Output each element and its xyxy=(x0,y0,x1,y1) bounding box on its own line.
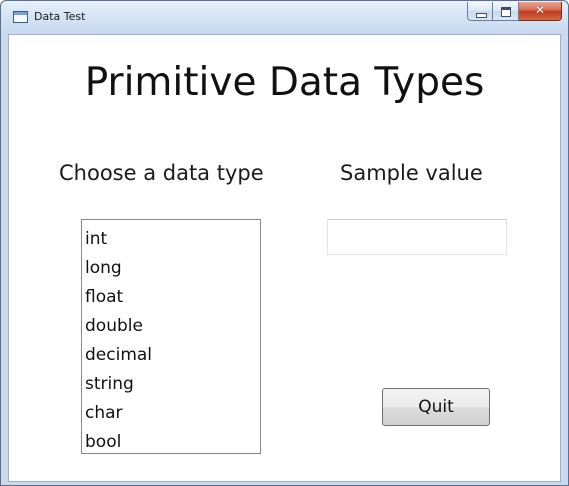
page-title: Primitive Data Types xyxy=(84,60,485,105)
list-item-double[interactable]: double xyxy=(84,312,260,341)
client-area: Primitive Data Types Choose a data type … xyxy=(8,34,561,482)
data-type-listbox[interactable]: int long float double decimal string cha… xyxy=(81,219,261,454)
application-window: Data Test ✕ Primitive Data Types Choose … xyxy=(0,0,569,486)
close-icon: ✕ xyxy=(534,3,546,17)
list-item-int[interactable]: int xyxy=(84,225,260,254)
sample-value-field[interactable] xyxy=(327,219,507,255)
list-item-float[interactable]: float xyxy=(84,283,260,312)
maximize-button[interactable] xyxy=(493,2,519,21)
list-item-bool[interactable]: bool xyxy=(84,428,260,457)
minimize-icon xyxy=(476,13,487,18)
minimize-button[interactable] xyxy=(467,2,493,21)
list-item-decimal[interactable]: decimal xyxy=(84,341,260,370)
maximize-icon xyxy=(501,7,511,17)
quit-button[interactable]: Quit xyxy=(382,388,490,426)
choose-data-type-label: Choose a data type xyxy=(59,161,264,185)
caption-buttons: ✕ xyxy=(467,2,562,22)
list-item-long[interactable]: long xyxy=(84,254,260,283)
window-title: Data Test xyxy=(34,10,86,23)
close-button[interactable]: ✕ xyxy=(519,2,562,21)
list-item-string[interactable]: string xyxy=(84,370,260,399)
list-item-char[interactable]: char xyxy=(84,399,260,428)
title-bar[interactable]: Data Test ✕ xyxy=(1,1,568,34)
app-window-icon[interactable] xyxy=(13,11,28,23)
sample-value-label: Sample value xyxy=(340,161,483,185)
